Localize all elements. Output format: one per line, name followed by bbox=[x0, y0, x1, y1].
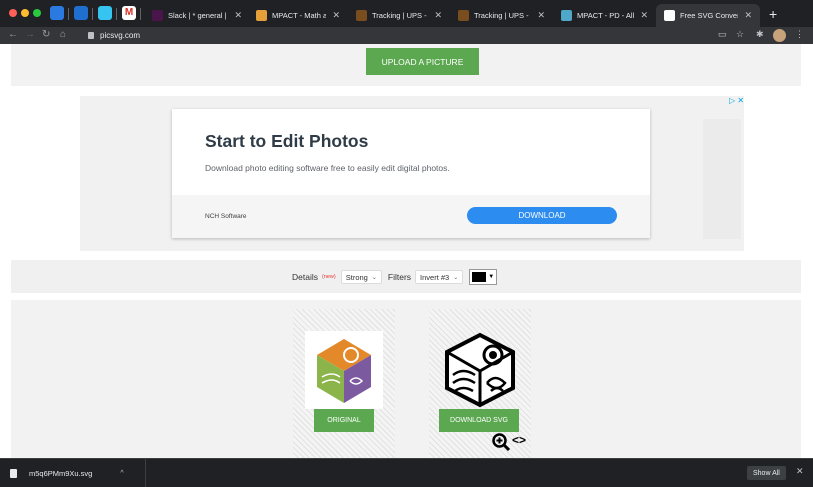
ups-favicon-icon bbox=[356, 10, 367, 21]
original-button[interactable]: ORIGINAL bbox=[314, 409, 374, 432]
close-tab-icon[interactable]: ✕ bbox=[332, 10, 340, 21]
close-icon[interactable]: ✕ bbox=[796, 466, 804, 477]
svg-preview-icon bbox=[445, 332, 515, 408]
page-content: UPLOAD A PICTURE ▷ ✕ Start to Edit Photo… bbox=[0, 44, 813, 458]
close-tab-icon[interactable]: ✕ bbox=[234, 10, 242, 21]
new-tab-button[interactable]: + bbox=[769, 6, 777, 22]
tab-ups-tracking-2[interactable]: Tracking | UPS - Unit ✕ bbox=[450, 4, 553, 27]
tab-divider bbox=[140, 8, 141, 20]
color-select[interactable]: ▼ bbox=[469, 269, 498, 285]
close-tab-icon[interactable]: ✕ bbox=[744, 10, 752, 21]
pinned-tab-outlook-icon[interactable] bbox=[50, 6, 64, 20]
download-shelf: m5q6PMm9Xu.svg ^ Show All ✕ bbox=[0, 458, 813, 487]
code-view-icon[interactable]: <> bbox=[512, 433, 526, 447]
tab-slack[interactable]: Slack | * general | The ✕ bbox=[144, 4, 250, 27]
picsvg-favicon-icon bbox=[664, 10, 675, 21]
chevron-down-icon: ⌄ bbox=[371, 274, 377, 281]
browser-toolbar: ← → ↻ ⌂ picsvg.com ▭ ☆ ✱ ⋮ bbox=[0, 27, 813, 44]
new-badge: (new) bbox=[321, 274, 336, 280]
svg-preview bbox=[441, 331, 519, 409]
tab-divider bbox=[116, 8, 117, 20]
tab-mpact[interactable]: MPACT - Math and C ✕ bbox=[248, 4, 348, 27]
tab-title: Tracking | UPS - Unit bbox=[372, 11, 428, 20]
star-icon[interactable]: ☆ bbox=[736, 29, 744, 40]
download-item[interactable]: m5q6PMm9Xu.svg ^ bbox=[0, 459, 146, 487]
tab-title: Tracking | UPS - Unit bbox=[474, 11, 531, 20]
tab-title: Slack | * general | The bbox=[168, 11, 228, 20]
tab-title: Free SVG Converter bbox=[680, 11, 739, 20]
address-url: picsvg.com bbox=[100, 31, 141, 40]
tab-strip: M Slack | * general | The ✕ MPACT - Math… bbox=[0, 0, 813, 27]
upload-picture-button[interactable]: UPLOAD A PICTURE bbox=[366, 48, 479, 75]
file-icon bbox=[10, 468, 17, 478]
original-logo-icon bbox=[317, 339, 371, 403]
menu-icon[interactable]: ⋮ bbox=[795, 29, 804, 40]
address-bar[interactable]: picsvg.com bbox=[88, 28, 140, 43]
ad-card[interactable]: Start to Edit Photos Download photo edit… bbox=[172, 109, 650, 238]
ups-favicon-icon bbox=[458, 10, 469, 21]
close-tab-icon[interactable]: ✕ bbox=[537, 10, 545, 21]
conversion-options: Details (new) Strong ⌄ Filters Invert #3… bbox=[292, 268, 498, 286]
home-icon[interactable]: ⌂ bbox=[60, 29, 66, 40]
close-tab-icon[interactable]: ✕ bbox=[434, 10, 442, 21]
mpact-favicon-icon bbox=[256, 10, 267, 21]
details-select[interactable]: Strong ⌄ bbox=[340, 270, 382, 284]
results-band bbox=[11, 300, 801, 458]
tab-free-svg-converter[interactable]: Free SVG Converter ✕ bbox=[656, 4, 760, 27]
ad-headline[interactable]: Start to Edit Photos bbox=[205, 131, 368, 152]
tab-title: MPACT - PD - All Dov bbox=[577, 11, 635, 20]
reload-icon[interactable]: ↻ bbox=[42, 29, 50, 40]
original-panel: ORIGINAL bbox=[293, 309, 395, 458]
close-tab-icon[interactable]: ✕ bbox=[640, 10, 648, 21]
tab-title: MPACT - Math and C bbox=[272, 11, 327, 20]
profile-avatar[interactable] bbox=[773, 29, 786, 42]
ad-choices-icon[interactable]: ▷ ✕ bbox=[729, 96, 744, 105]
minimize-window-button[interactable] bbox=[21, 9, 29, 17]
filters-value: Invert #3 bbox=[420, 272, 450, 282]
cast-icon[interactable]: ▭ bbox=[718, 29, 727, 40]
lock-icon bbox=[88, 32, 94, 39]
filters-select[interactable]: Invert #3 ⌄ bbox=[415, 270, 464, 284]
chevron-up-icon[interactable]: ^ bbox=[120, 470, 123, 477]
zoom-in-icon[interactable] bbox=[492, 433, 511, 456]
back-arrow-icon[interactable]: ← bbox=[8, 29, 18, 40]
pinned-tab-trello-icon[interactable] bbox=[74, 6, 88, 20]
ad-body: Download photo editing software free to … bbox=[205, 163, 450, 173]
tab-divider bbox=[68, 8, 69, 20]
ad-footer: NCH Software DOWNLOAD bbox=[172, 195, 650, 238]
caret-down-icon: ▼ bbox=[488, 274, 495, 280]
tab-mpact-pd[interactable]: MPACT - PD - All Dov ✕ bbox=[553, 4, 656, 27]
slack-favicon-icon bbox=[152, 10, 163, 21]
details-label: Details bbox=[292, 272, 318, 282]
forward-arrow-icon[interactable]: → bbox=[25, 29, 35, 40]
ad-advertiser: NCH Software bbox=[205, 213, 247, 220]
pinned-tab-slack-icon[interactable] bbox=[98, 6, 112, 20]
extensions-icon[interactable]: ✱ bbox=[756, 29, 764, 40]
maximize-window-button[interactable] bbox=[33, 9, 41, 17]
show-all-button[interactable]: Show All bbox=[747, 466, 786, 480]
pinned-tab-gmail-icon[interactable]: M bbox=[122, 6, 136, 20]
download-svg-button[interactable]: DOWNLOAD SVG bbox=[439, 409, 519, 432]
details-value: Strong bbox=[345, 272, 368, 282]
original-image bbox=[305, 331, 383, 409]
chevron-down-icon: ⌄ bbox=[453, 274, 459, 281]
mpact-pd-favicon-icon bbox=[561, 10, 572, 21]
download-filename: m5q6PMm9Xu.svg bbox=[29, 468, 93, 478]
ad-placeholder bbox=[703, 119, 741, 239]
color-swatch bbox=[472, 272, 487, 282]
tab-ups-tracking-1[interactable]: Tracking | UPS - Unit ✕ bbox=[348, 4, 450, 27]
upload-band: UPLOAD A PICTURE bbox=[11, 44, 801, 86]
filters-label: Filters bbox=[387, 272, 412, 282]
ad-download-button[interactable]: DOWNLOAD bbox=[467, 207, 617, 224]
tab-divider bbox=[92, 8, 93, 20]
close-window-button[interactable] bbox=[9, 9, 17, 17]
